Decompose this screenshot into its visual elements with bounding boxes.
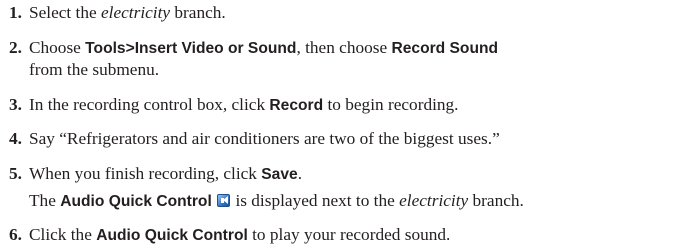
audio-quick-control-icon	[217, 194, 231, 207]
text-run: Choose	[29, 38, 86, 57]
text-run: Click the	[29, 225, 97, 244]
step-number: 3.	[9, 95, 22, 114]
branch-name: electricity	[100, 3, 171, 22]
step-number: 5.	[9, 164, 22, 183]
step-number: 4.	[9, 129, 22, 148]
text-run: When you finish recording, click	[29, 164, 262, 183]
step-number: 2.	[9, 38, 22, 57]
text-run: from the submenu.	[29, 60, 160, 79]
text-run: In the recording control box, click	[29, 95, 270, 114]
control-name-label: Audio Quick Control	[60, 193, 212, 210]
text-run: Say “Refrigerators and air conditioners …	[29, 129, 500, 148]
submenu-item-label: Record Sound	[391, 40, 499, 57]
branch-name: electricity	[399, 191, 469, 210]
text-run: .	[297, 164, 303, 183]
text-run: is displayed next to the	[231, 191, 400, 210]
step-text: The Audio Quick Control is displayed nex…	[29, 189, 524, 214]
step-text: When you finish recording, click Save.	[29, 162, 302, 187]
text-run: to begin recording.	[323, 95, 459, 114]
text-run: branch.	[170, 3, 226, 22]
step-number: 1.	[9, 3, 22, 22]
step-number: 6.	[9, 225, 22, 244]
menu-path-label: Tools>Insert Video or Sound	[85, 40, 297, 57]
step-text: Say “Refrigerators and air conditioners …	[29, 127, 500, 151]
text-run: Select the	[29, 3, 101, 22]
button-name-label: Record	[269, 97, 324, 114]
text-run: branch.	[468, 191, 524, 210]
step-text: In the recording control box, click Reco…	[29, 93, 459, 118]
button-name-label: Save	[261, 166, 298, 183]
control-name-label: Audio Quick Control	[96, 227, 248, 244]
text-run: , then choose	[296, 38, 392, 57]
step-text: Click the Audio Quick Control to play yo…	[29, 223, 450, 248]
text-run: The	[29, 191, 61, 210]
step-text: Select the electricity branch.	[29, 1, 226, 25]
text-run	[212, 191, 216, 210]
text-run: to play your recorded sound.	[247, 225, 451, 244]
step-text: from the submenu.	[29, 58, 159, 82]
